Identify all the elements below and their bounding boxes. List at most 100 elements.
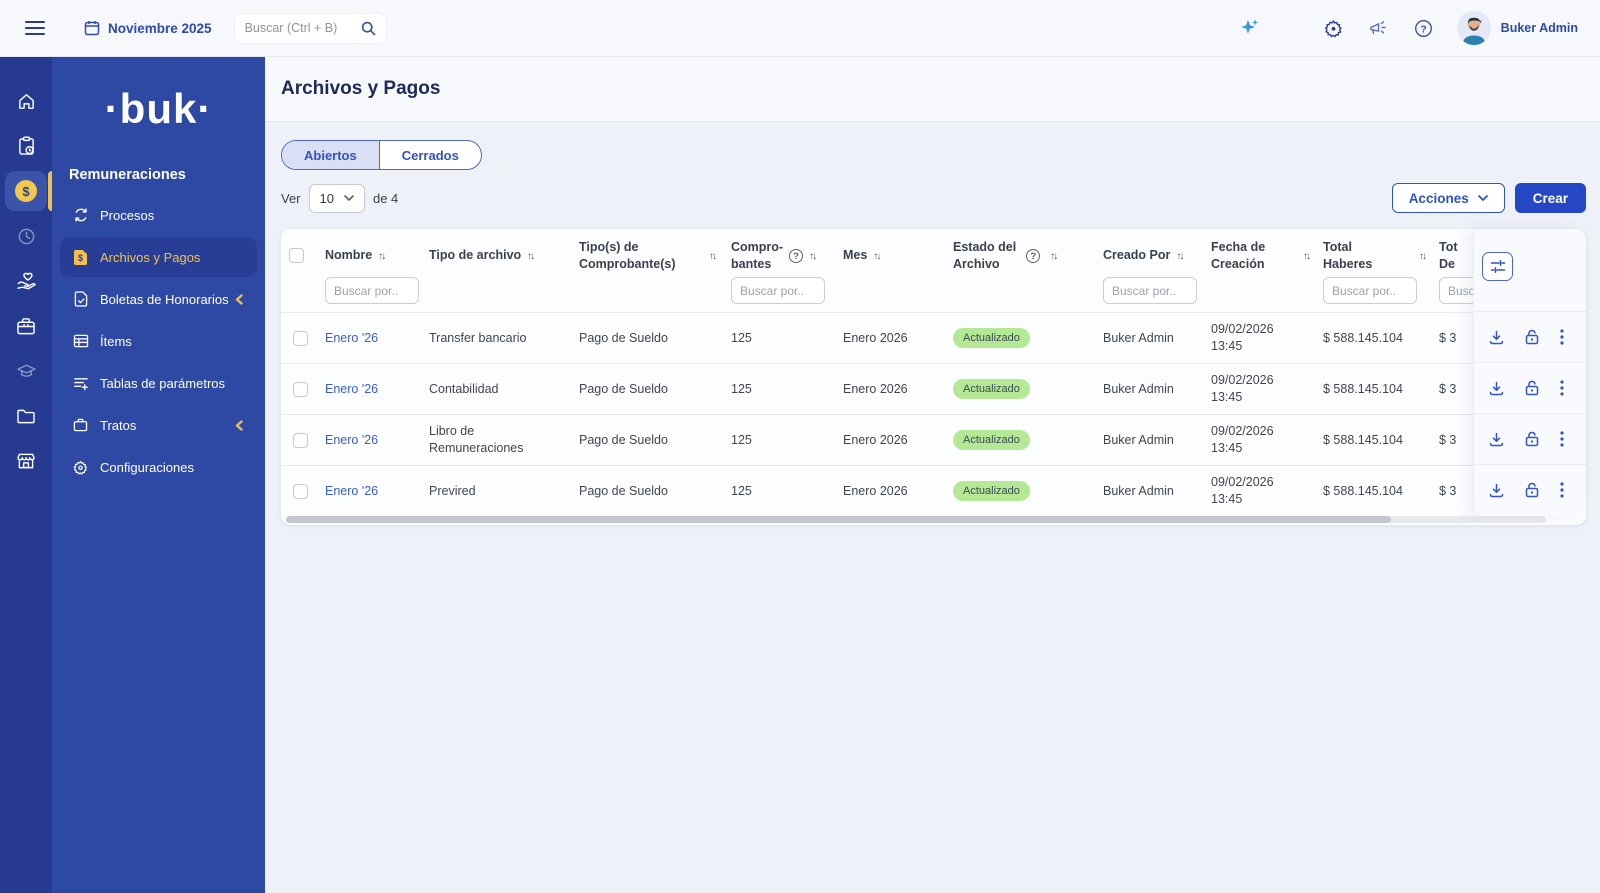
month-picker[interactable]: Noviembre 2025 [84, 20, 212, 36]
sort-icon[interactable]: ↑↓ [1419, 251, 1427, 262]
file-type-cell: Previred [429, 484, 476, 499]
horizontal-scrollbar-thumb[interactable] [286, 516, 1391, 523]
month-cell: Enero 2026 [843, 433, 908, 447]
column-header-creado-por: Creado Por [1103, 248, 1171, 263]
help-icon[interactable]: ? [789, 249, 804, 263]
vouchers-cell: 125 [731, 484, 752, 499]
search-input[interactable] [244, 21, 359, 35]
column-settings-icon[interactable] [1482, 252, 1513, 281]
row-checkbox[interactable] [292, 381, 308, 397]
crear-button[interactable]: Crear [1514, 183, 1586, 213]
created-at-cell: 09/02/2026 13:45 [1211, 322, 1274, 353]
sidebar-item-procesos[interactable]: Procesos [60, 195, 257, 235]
svg-text:?: ? [1420, 24, 1426, 35]
rail-clock-icon[interactable] [0, 214, 52, 258]
month-cell: Enero 2026 [843, 484, 908, 499]
help-icon[interactable]: ? [1026, 249, 1041, 263]
rail-clipboard-clock-icon[interactable] [0, 124, 52, 168]
file-type-cell: Transfer bancario [429, 331, 527, 345]
total-descuentos-cell: $ 3 [1439, 382, 1457, 396]
sort-icon[interactable]: ↑↓ [809, 251, 817, 262]
filter-nombre-input[interactable] [325, 277, 419, 304]
kebab-menu-icon[interactable] [1558, 429, 1566, 449]
sidebar-item-archivos-y-pagos[interactable]: $ Archivos y Pagos [60, 237, 257, 277]
filter-total-descuentos-input[interactable] [1439, 277, 1473, 304]
ai-sparkle-icon[interactable] [1236, 14, 1264, 42]
briefcase-icon [72, 418, 89, 432]
hamburger-menu-icon[interactable] [22, 15, 48, 41]
sidebar-item-boletas-de-honorarios[interactable]: Boletas de Honorarios [60, 279, 257, 319]
sort-icon[interactable]: ↑↓ [527, 251, 535, 262]
help-icon[interactable]: ? [1410, 15, 1437, 42]
sort-icon[interactable]: ↑↓ [378, 251, 386, 262]
main-content: Archivos y Pagos Abiertos Cerrados Ver 1… [265, 57, 1600, 893]
settings-gear-icon[interactable] [1320, 15, 1347, 42]
rail-storefront-icon[interactable] [0, 439, 52, 483]
total-descuentos-cell: $ 3 [1439, 331, 1457, 345]
rail-graduation-cap-icon[interactable] [0, 349, 52, 393]
page-size-select[interactable]: 10 [308, 183, 365, 213]
files-table-card: Nombre ↑↓ Tipo de archivo ↑↓ Tipo(s) de Com… [281, 229, 1586, 525]
row-actions [1474, 362, 1586, 413]
rail-home-icon[interactable] [0, 79, 52, 123]
page-size-label: Ver [281, 190, 301, 206]
download-icon[interactable] [1487, 379, 1506, 398]
row-checkbox[interactable] [292, 432, 308, 448]
tab-abiertos[interactable]: Abiertos [282, 141, 380, 169]
total-descuentos-cell: $ 3 [1439, 484, 1457, 499]
row-actions [1474, 311, 1586, 362]
table-scroll-area: Nombre ↑↓ Tipo de archivo ↑↓ Tipo(s) de Com… [281, 229, 1473, 517]
sort-icon[interactable]: ↑↓ [873, 251, 881, 262]
column-header-mes: Mes [843, 248, 868, 263]
column-header-fecha-creacion: Fecha de Creación [1211, 240, 1266, 271]
rail-briefcase-icon[interactable] [0, 304, 52, 348]
table-row: Enero '26 Contabilidad Pago de Sueldo 12… [281, 363, 1473, 415]
lock-icon[interactable] [1523, 429, 1541, 449]
file-name-link[interactable]: Enero '26 [325, 331, 378, 345]
sidebar: ·buk· Remuneraciones Procesos $ Archivos… [52, 57, 265, 893]
topbar: Noviembre 2025 ? [0, 0, 1600, 57]
sidebar-item-tablas-de-parametros[interactable]: Tablas de parámetros [60, 363, 257, 403]
download-icon[interactable] [1487, 430, 1506, 449]
sort-icon[interactable]: ↑↓ [1176, 251, 1184, 262]
rail-remuneraciones-coin-icon[interactable]: $ [0, 169, 52, 213]
kebab-menu-icon[interactable] [1558, 480, 1566, 500]
page-title: Archivos y Pagos [281, 78, 441, 99]
filter-total-haberes-input[interactable] [1323, 277, 1417, 304]
sidebar-item-items[interactable]: Ítems [60, 321, 257, 361]
select-all-checkbox[interactable] [289, 248, 304, 264]
rail-folder-icon[interactable] [0, 394, 52, 438]
filter-comprobantes-input[interactable] [731, 277, 825, 304]
row-checkbox[interactable] [292, 330, 308, 346]
rail-hand-heart-icon[interactable] [0, 259, 52, 303]
filter-creado-por-input[interactable] [1103, 277, 1197, 304]
search-icon[interactable] [359, 19, 378, 38]
kebab-menu-icon[interactable] [1558, 327, 1566, 347]
user-name[interactable]: Buker Admin [1501, 21, 1578, 35]
chevron-down-icon [344, 195, 354, 201]
sort-icon[interactable]: ↑↓ [1050, 251, 1058, 262]
tab-cerrados[interactable]: Cerrados [380, 141, 481, 169]
file-name-link[interactable]: Enero '26 [325, 484, 378, 498]
lock-icon[interactable] [1523, 378, 1541, 398]
row-actions [1474, 413, 1586, 464]
file-name-link[interactable]: Enero '26 [325, 433, 378, 447]
download-icon[interactable] [1487, 328, 1506, 347]
lock-icon[interactable] [1523, 327, 1541, 347]
acciones-button[interactable]: Acciones [1391, 183, 1505, 213]
kebab-menu-icon[interactable] [1558, 378, 1566, 398]
lock-icon[interactable] [1523, 480, 1541, 500]
sidebar-item-configuraciones[interactable]: Configuraciones [60, 447, 257, 487]
sort-icon[interactable]: ↑↓ [709, 251, 717, 262]
avatar[interactable] [1456, 11, 1491, 45]
sort-icon[interactable]: ↑↓ [1303, 251, 1311, 262]
download-icon[interactable] [1487, 481, 1506, 500]
table-icon [72, 334, 89, 348]
file-name-link[interactable]: Enero '26 [325, 382, 378, 396]
sidebar-item-tratos[interactable]: Tratos [60, 405, 257, 445]
announcements-megaphone-icon[interactable] [1365, 16, 1392, 41]
sync-icon [72, 207, 89, 223]
sidebar-item-label: Tratos [100, 417, 137, 433]
row-checkbox[interactable] [292, 483, 308, 499]
file-type-cell: Contabilidad [429, 382, 499, 396]
